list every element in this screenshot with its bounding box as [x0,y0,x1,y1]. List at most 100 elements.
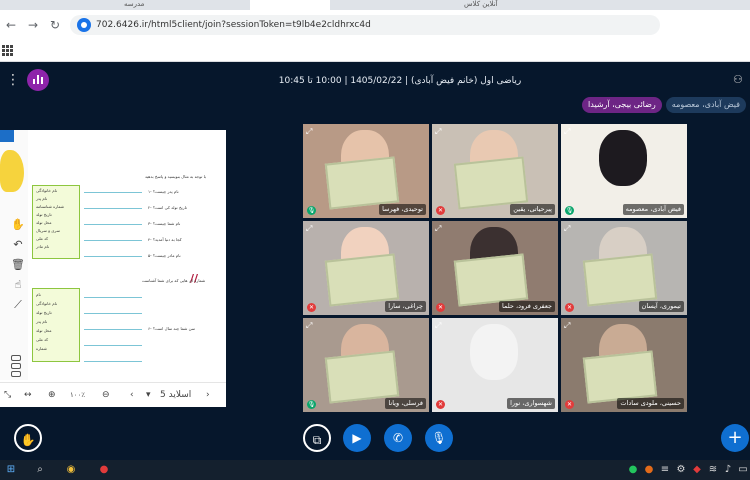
birth-certificate-image [324,350,400,404]
actions-plus-button[interactable]: + [721,424,749,452]
video-tile[interactable]: ⤢ ✕ تیموری، آیسان [561,221,687,315]
chrome-icon[interactable]: ◉ [64,463,78,477]
previous-slide-icon[interactable]: › [206,389,210,401]
tray-alert-icon[interactable]: ● [642,463,656,477]
connection-stats-icon[interactable] [27,69,49,91]
leave-audio-button[interactable]: ✆ [384,424,412,452]
video-grid: ⤢ 🎙 توحیدی، فهرسا ⤢ ✕ پیرحیاتی، یقین ⤢ 🎙 فیض آبا… [303,124,687,412]
presentation-controls: ⤡ ↔ ⊕ ۱۰۰٪ ⊖ ‹ ▾ اسلاید 5 › [0,382,226,407]
participant-name: فرسلی، ویانا [385,398,426,409]
participant-name: تیموری، آیسان [638,301,684,312]
expand-icon[interactable]: ⤢ [435,224,444,233]
tray-settings-icon[interactable]: ⚙ [674,463,688,477]
windows-taskbar: ⊞ ⌕ ◉ ● ● ● ≡ ⚙ ◆ ≋ ♪ ▭ [0,460,750,480]
mic-on-icon: 🎙 [307,400,316,409]
slide-heading: شماره ای هایی که برای شما آشناست [142,278,206,283]
participant-name: فیض آبادی، معصومه [622,204,684,215]
birth-certificate-image [324,156,400,210]
answer-line [84,240,142,241]
fit-to-screen-icon[interactable]: ⤡ [4,389,11,401]
answer-line [84,256,142,257]
expand-icon[interactable]: ⤢ [564,321,573,330]
answer-line [84,361,142,362]
search-icon[interactable]: ⌕ [33,463,47,477]
answer-line [84,329,142,330]
tray-app-icon[interactable]: ● [626,463,640,477]
windows-start-icon[interactable]: ⊞ [4,463,18,477]
browser-tab[interactable]: مدرسه [120,0,200,10]
zoom-out-icon[interactable]: ⊖ [102,389,110,401]
meeting-title: ریاضی اول (خانم فیض آبادی) | 1405/02/22 … [278,76,522,86]
camera-button[interactable]: ▶ [343,424,371,452]
reload-icon[interactable]: ↻ [48,18,62,32]
tray-battery-icon[interactable]: ▭ [736,463,750,477]
browser-tab[interactable]: آنلاین کلاس [460,0,580,10]
address-bar[interactable]: 702.6426.ir/html5client/join?sessionToke… [70,15,660,35]
video-tile[interactable]: ⤢ 🎙 توحیدی، فهرسا [303,124,429,218]
answer-line [84,345,142,346]
expand-icon[interactable]: ⤢ [435,321,444,330]
tray-shield-icon[interactable]: ◆ [690,463,704,477]
back-icon[interactable]: ← [4,18,18,32]
expand-icon[interactable]: ⤢ [435,127,444,136]
participant-name: شهسواری، نورا [507,398,555,409]
mic-muted-icon: ✕ [436,206,445,215]
participant-video [470,324,518,380]
raise-hand-button[interactable]: ✋ [14,424,42,452]
browser-tab-strip: مدرسه آنلاین کلاس [0,0,750,10]
tray-volume-icon[interactable]: ♪ [721,463,735,477]
pointer-icon[interactable]: ☝ [10,278,26,292]
undo-icon[interactable]: ↶ [10,238,26,252]
screen-share-button[interactable]: ⧉ [303,424,331,452]
presentation-area[interactable]: ✋ ↶ 🗑 ☝ ⟋ با توجه به مثال بنویسید و پاسخ… [0,130,226,407]
birth-certificate-image [324,253,400,307]
video-tile[interactable]: ⤢ 🎙 فیض آبادی، معصومه [561,124,687,218]
expand-icon[interactable]: ⤢ [306,224,315,233]
draw-line-icon[interactable]: ⟋ [10,298,26,312]
zoom-in-icon[interactable]: ⊕ [48,389,56,401]
participant-video [599,130,647,186]
participant-name: توحیدی، فهرسا [379,204,426,215]
talking-indicator: فیض آبادی، معصومه رضائی بیجی، آرشیدا [582,97,746,113]
recorder-icon[interactable]: ● [97,463,111,477]
answer-line [84,313,142,314]
video-tile[interactable]: ⤢ ✕ شهسواری، نورا [432,318,558,412]
slide-heading: با توجه به مثال بنویسید و پاسخ بدهید [145,174,206,179]
expand-icon[interactable]: ⤢ [564,224,573,233]
user-list-icon[interactable]: ⚇ [733,74,747,86]
pan-hand-icon[interactable]: ✋ [10,218,26,232]
mic-muted-icon: ✕ [307,303,316,312]
microphone-button[interactable]: 🎙 [425,424,453,452]
video-tile[interactable]: ⤢ ✕ پیرحیاتی، یقین [432,124,558,218]
presentation-menu-icon[interactable] [0,130,14,142]
expand-icon[interactable]: ⤢ [306,127,315,136]
apps-grid-icon[interactable] [2,45,13,56]
birth-certificate-image [582,253,658,307]
video-tile[interactable]: ⤢ 🎙 فرسلی، ویانا [303,318,429,412]
forward-icon[interactable]: → [26,18,40,32]
next-slide-icon[interactable]: ‹ [130,389,134,401]
talking-user-active: رضائی بیجی، آرشیدا [582,97,662,113]
fit-width-icon[interactable]: ↔ [24,389,32,401]
video-tile[interactable]: ⤢ ✕ چراغی، سارا [303,221,429,315]
browser-tab-active[interactable] [250,0,330,10]
participant-name: حسینی، ملودی سادات [617,398,684,409]
url-text[interactable]: 702.6426.ir/html5client/join?sessionToke… [96,18,371,32]
site-info-icon[interactable] [77,18,91,32]
meeting-app: ⋮ ریاضی اول (خانم فیض آبادی) | 1405/02/2… [0,62,750,460]
mic-muted-icon: ✕ [436,303,445,312]
video-tile[interactable]: ⤢ ✕ حسینی، ملودی سادات [561,318,687,412]
delete-icon[interactable]: 🗑 [10,258,26,272]
answer-line [84,224,142,225]
expand-icon[interactable]: ⤢ [564,127,573,136]
expand-icon[interactable]: ⤢ [306,321,315,330]
video-tile[interactable]: ⤢ ✕ جعفری فرود، حلما [432,221,558,315]
tray-network-icon[interactable]: ≡ [658,463,672,477]
tray-wifi-icon[interactable]: ≋ [706,463,720,477]
mic-muted-icon: ✕ [565,400,574,409]
options-menu-icon[interactable]: ⋮ [6,72,20,88]
slide-dropdown-icon[interactable]: ▾ [146,389,151,401]
mic-on-icon: 🎙 [307,206,316,215]
slide-select[interactable]: اسلاید 5 [160,389,191,401]
mic-on-icon: 🎙 [565,206,574,215]
